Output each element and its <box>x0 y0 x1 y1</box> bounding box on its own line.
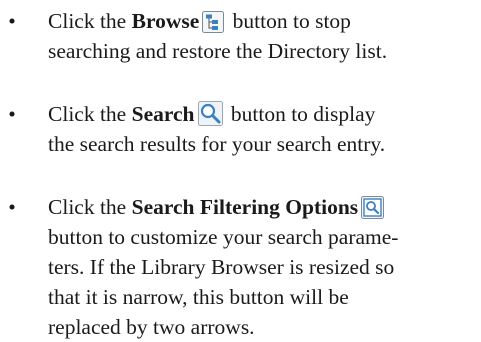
search-filter-options-icon <box>361 196 385 219</box>
text-line: Click the Search button to display <box>48 99 478 129</box>
text-line: button to customize your search parame- <box>48 225 399 249</box>
text-run: Click the <box>48 195 132 219</box>
text-line: the search results for your search entry… <box>48 132 386 156</box>
text-line: replaced by two arrows. <box>48 315 255 339</box>
magnifier-search-icon <box>197 101 223 126</box>
text-run: button to display <box>225 102 376 126</box>
search-filtering-options-button-name: Search Filtering Options <box>131 195 359 219</box>
bullet-marker: • <box>8 102 16 126</box>
bullet-marker: • <box>8 9 16 33</box>
bullet-text: Click the Search button to display the s… <box>48 99 478 159</box>
text-line: that it is narrow, this button will be <box>48 285 349 309</box>
instruction-document: • Click the Browse button to stop search… <box>0 0 481 342</box>
text-run: Click the <box>48 102 132 126</box>
text-line: Click the Search Filtering Options <box>48 192 478 222</box>
browse-button-name: Browse <box>131 9 200 33</box>
browse-tree-icon <box>202 11 225 33</box>
bullet-marker: • <box>8 195 16 219</box>
search-button-name: Search <box>131 102 195 126</box>
text-run: Click the <box>48 9 132 33</box>
text-line: Click the Browse button to stop <box>48 6 478 36</box>
text-run: button to stop <box>227 9 351 33</box>
text-line: searching and restore the Directory list… <box>48 39 388 63</box>
text-line: ters. If the Library Browser is resized … <box>48 255 395 279</box>
bullet-text: Click the Browse button to stop searchin… <box>48 6 478 66</box>
bullet-text: Click the Search Filtering Options butto… <box>48 192 478 342</box>
